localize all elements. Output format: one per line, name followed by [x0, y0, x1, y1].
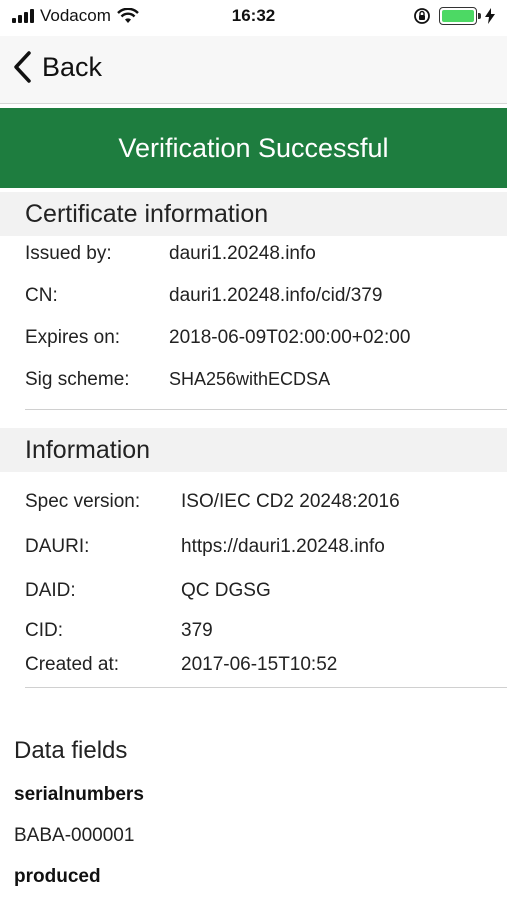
cert-sig-scheme-label: Sig scheme: [25, 369, 130, 390]
information-section-header: Information [0, 428, 507, 472]
info-cid-value: 379 [181, 620, 213, 641]
data-field-serialnumbers-label: serialnumbers [14, 784, 144, 805]
info-dauri-value: https://dauri1.20248.info [181, 536, 385, 557]
back-label: Back [42, 51, 103, 82]
cert-cn-label: CN: [25, 285, 58, 306]
certificate-divider [25, 409, 507, 410]
cert-expires-value: 2018-06-09T02:00:00+02:00 [169, 327, 411, 348]
charging-bolt-icon [485, 8, 495, 24]
banner-title: Verification Successful [118, 132, 389, 163]
data-fields-title: Data fields [14, 737, 128, 764]
status-right [413, 7, 495, 25]
cert-sig-scheme-value: SHA256withECDSA [169, 369, 331, 389]
info-daid-value: QC DGSG [181, 580, 271, 601]
information-section-title: Information [25, 436, 151, 464]
information-divider [25, 687, 507, 688]
navigation-bar: Back [0, 36, 507, 104]
cert-cn-value: dauri1.20248.info/cid/379 [169, 285, 383, 306]
data-field-serialnumbers-value: BABA-000001 [14, 825, 135, 846]
chevron-left-icon [14, 51, 31, 83]
certificate-section-header: Certificate information [0, 192, 507, 236]
certificate-section-title: Certificate information [25, 200, 269, 228]
back-button[interactable]: Back [12, 50, 102, 84]
info-spec-version-value: ISO/IEC CD2 20248:2016 [181, 491, 400, 512]
data-field-produced-label: produced [14, 866, 101, 887]
cert-issued-by-label: Issued by: [25, 243, 112, 264]
status-bar: Vodacom 16:32 [0, 0, 507, 36]
cert-expires-label: Expires on: [25, 327, 121, 348]
info-daid-label: DAID: [25, 580, 76, 601]
verification-banner: Verification Successful [0, 108, 507, 188]
info-created-at-label: Created at: [25, 654, 119, 675]
orientation-lock-icon [414, 8, 430, 24]
cert-issued-by-value: dauri1.20248.info [169, 243, 316, 264]
info-created-at-value: 2017-06-15T10:52 [181, 654, 338, 675]
battery-fill [442, 10, 474, 22]
info-cid-label: CID: [25, 620, 63, 641]
battery-icon [439, 7, 481, 25]
info-dauri-label: DAURI: [25, 536, 90, 557]
info-spec-version-label: Spec version: [25, 491, 141, 512]
